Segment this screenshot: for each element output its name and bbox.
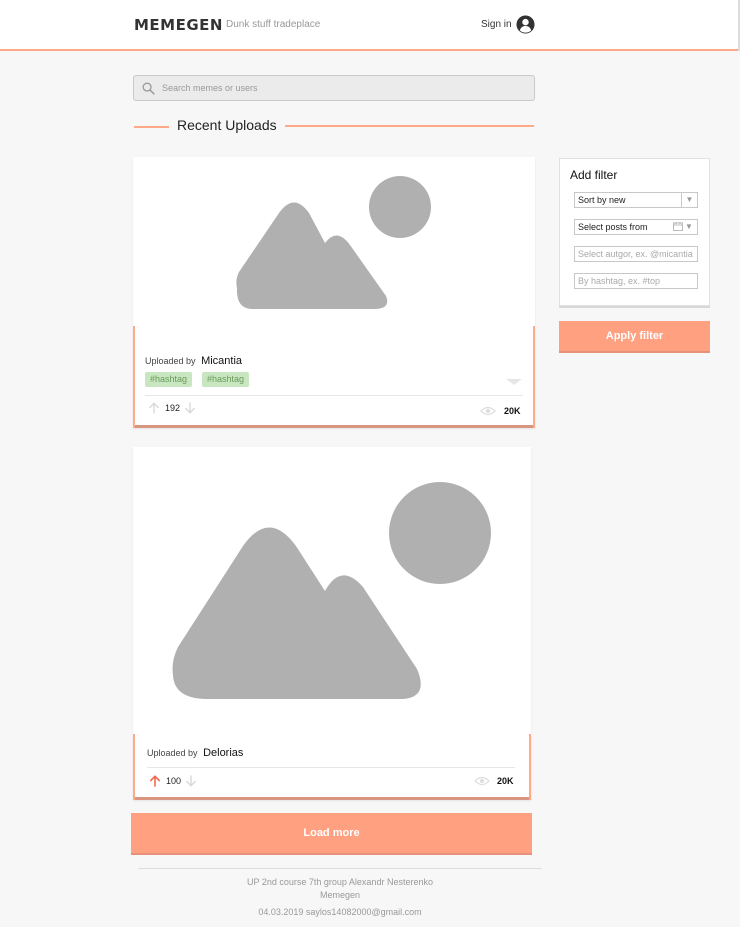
view-count: 20K [497, 776, 514, 786]
footer-divider [138, 868, 542, 869]
downvote-arrow-icon[interactable] [185, 775, 197, 787]
logo[interactable]: MEMEGEN [134, 16, 223, 34]
author-filter-input[interactable] [574, 246, 698, 262]
downvote-arrow-icon[interactable] [184, 402, 196, 414]
card-divider [145, 395, 523, 396]
filter-panel: Add filter Sort by new ▼ Select posts fr… [559, 158, 710, 306]
footer-app-name: Memegen [319, 890, 361, 900]
search-bar[interactable] [133, 75, 535, 101]
footer-contact: 04.03.2019 saylos14082000@gmail.com [258, 907, 422, 917]
uploaded-by-label: Uploaded by [147, 748, 198, 758]
card-divider [147, 767, 515, 768]
date-select[interactable]: Select posts from ▼ [574, 219, 698, 235]
post-card[interactable]: Uploaded by Micantia #hashtag #hashtag 1… [133, 157, 535, 428]
vote-count: 100 [166, 776, 182, 786]
dropdown-arrow-icon[interactable]: ▼ [681, 193, 697, 207]
expand-arrow-icon[interactable] [506, 379, 522, 385]
date-select-value: Select posts from [578, 222, 648, 232]
hashtag-chip[interactable]: #hashtag [202, 372, 250, 387]
load-more-button[interactable]: Load more [131, 813, 532, 853]
author-name[interactable]: Micantia [201, 355, 242, 367]
tagline: Dunk stuff tradeplace [226, 19, 321, 30]
sign-in-link[interactable]: Sign in [481, 19, 512, 30]
hashtag-filter-input[interactable] [574, 273, 698, 289]
upvote-arrow-icon[interactable] [148, 402, 160, 414]
upvote-arrow-icon[interactable] [149, 775, 161, 787]
sort-select-value: Sort by new [578, 195, 626, 205]
footer-credits: UP 2nd course 7th group Alexandr Nestere… [247, 877, 433, 887]
search-input[interactable] [162, 77, 522, 99]
uploaded-by: Uploaded by Micantia [145, 355, 242, 367]
author-name[interactable]: Delorias [203, 747, 243, 759]
image-placeholder-icon[interactable] [133, 447, 531, 734]
section-line-left [134, 126, 169, 128]
dropdown-arrow-icon[interactable]: ▼ [681, 220, 697, 234]
apply-filter-button[interactable]: Apply filter [559, 321, 710, 351]
post-card[interactable]: Uploaded by Delorias 100 20K [133, 447, 531, 800]
uploaded-by-label: Uploaded by [145, 356, 196, 366]
section-line-right [285, 125, 534, 127]
image-placeholder-icon[interactable] [133, 157, 535, 326]
filter-title: Add filter [570, 168, 618, 182]
search-icon [142, 82, 155, 95]
sort-select[interactable]: Sort by new ▼ [574, 192, 698, 208]
vote-count: 192 [165, 403, 181, 413]
eye-icon [474, 776, 490, 786]
view-count: 20K [504, 406, 521, 416]
user-circle-icon[interactable] [516, 15, 535, 34]
hashtag-chip[interactable]: #hashtag [145, 372, 193, 387]
top-bar: MEMEGEN Dunk stuff tradeplace Sign in [0, 0, 740, 51]
section-title: Recent Uploads [177, 117, 277, 133]
eye-icon [480, 406, 496, 416]
uploaded-by: Uploaded by Delorias [147, 747, 243, 759]
